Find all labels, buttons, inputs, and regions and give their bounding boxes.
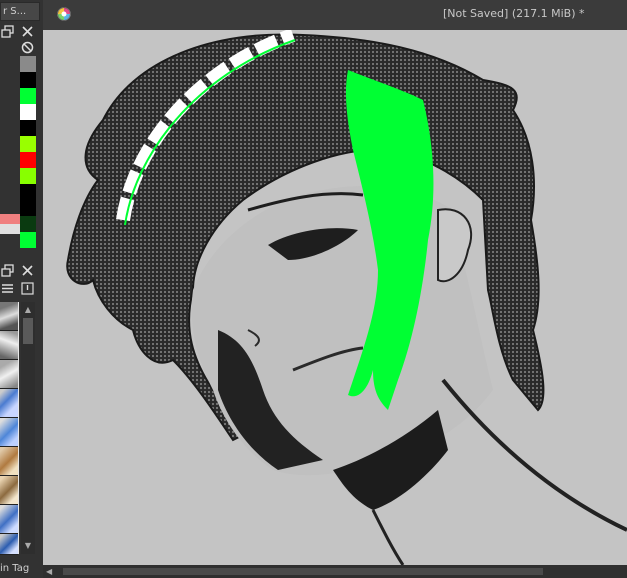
float-panel-icon[interactable] [1, 25, 14, 38]
swatch-red[interactable] [20, 152, 36, 168]
swatch-black-4[interactable] [20, 200, 36, 216]
brush-list-scrollbar[interactable]: ▲ ▼ [21, 302, 35, 554]
close-panel-icon-2[interactable] [21, 264, 34, 277]
brush-preset-5[interactable] [0, 418, 18, 447]
swatch-black[interactable] [20, 72, 36, 88]
list-view-icon[interactable] [1, 282, 14, 295]
options-icon[interactable] [21, 282, 34, 295]
close-panel-icon[interactable] [21, 25, 34, 38]
neck-line [371, 509, 405, 565]
brush-preset-2[interactable] [0, 331, 18, 360]
document-title: [Not Saved] (217.1 MiB) * [443, 7, 585, 20]
scroll-up-icon[interactable]: ▲ [23, 306, 33, 314]
swatch-lime[interactable] [20, 136, 36, 152]
swatch-green-2[interactable] [20, 232, 36, 248]
document-tab-bar: [Not Saved] (217.1 MiB) * [43, 0, 627, 30]
float-panel-icon-2[interactable] [1, 264, 14, 277]
scroll-left-icon[interactable]: ◀ [46, 567, 54, 576]
swatch-dark-green[interactable] [20, 216, 36, 232]
krita-logo-icon [57, 7, 71, 21]
palette-tab[interactable]: r S... [0, 2, 40, 21]
swatch-black-2[interactable] [20, 120, 36, 136]
brush-preset-6[interactable] [0, 447, 18, 476]
artwork [66, 30, 627, 565]
filter-tag-label[interactable]: in Tag [0, 561, 43, 576]
no-color-icon[interactable] [21, 41, 34, 54]
brush-preset-4[interactable] [0, 389, 18, 418]
swatch-white[interactable] [20, 104, 36, 120]
swatch-salmon[interactable] [0, 214, 20, 224]
brush-preset-7[interactable] [0, 476, 18, 505]
brush-preset-1[interactable] [0, 302, 18, 331]
swatch-lime-2[interactable] [20, 168, 36, 184]
ear [437, 208, 473, 283]
h-scroll-thumb[interactable] [63, 568, 543, 575]
brush-preset-8[interactable] [0, 505, 18, 534]
swatch-black-3[interactable] [20, 184, 36, 200]
swatch-gray[interactable] [20, 56, 36, 72]
swatch-green[interactable] [20, 88, 36, 104]
brush-preset-3[interactable] [0, 360, 18, 389]
brush-preset-list[interactable] [0, 302, 19, 555]
scroll-down-icon[interactable]: ▼ [23, 542, 33, 550]
swatch-light[interactable] [0, 224, 20, 234]
drawing-canvas[interactable] [43, 30, 627, 565]
brush-preset-9[interactable] [0, 534, 18, 555]
left-dock: r S... ▲ ▼ in Tag [0, 0, 43, 578]
canvas-horizontal-scrollbar[interactable]: ◀ [43, 565, 627, 578]
scroll-thumb[interactable] [23, 318, 33, 344]
